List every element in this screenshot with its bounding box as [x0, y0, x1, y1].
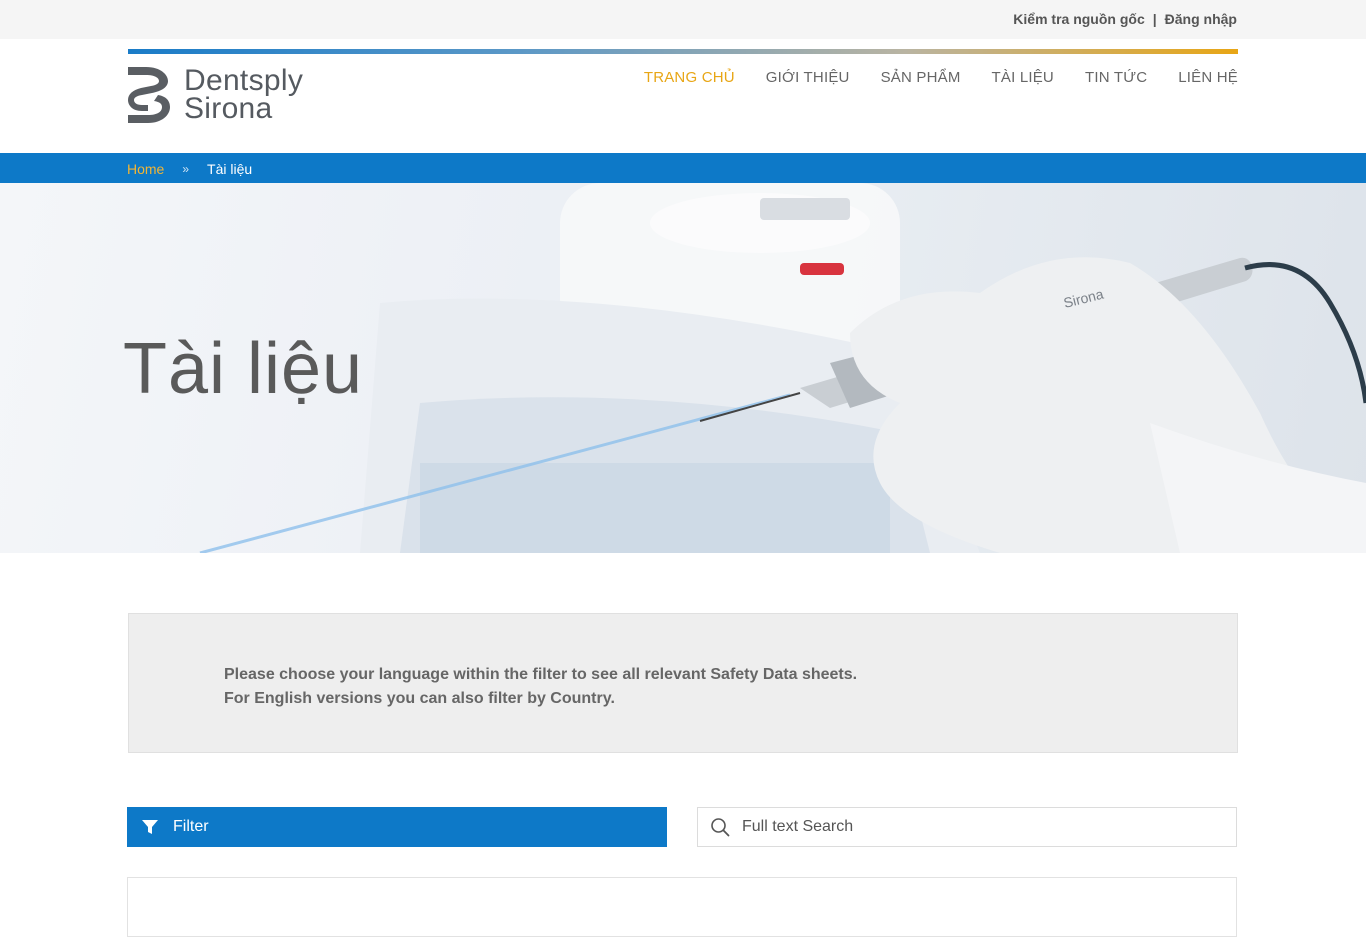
logo-line-1: Dentsply — [184, 64, 304, 97]
notice-line-2: For English versions you can also filter… — [224, 690, 615, 707]
funnel-icon — [142, 820, 158, 834]
nav-item-news[interactable]: TIN TỨC — [1085, 69, 1147, 86]
breadcrumb-bar: Home » Tài liệu — [0, 153, 1366, 183]
nav-item-about[interactable]: GIỚI THIỆU — [766, 69, 850, 86]
dentsply-sirona-logo[interactable]: Dentsply Sirona — [128, 64, 304, 125]
top-utility-bar: Kiểm tra nguồn gốc | Đăng nhập — [0, 0, 1366, 39]
login-link[interactable]: Đăng nhập — [1165, 11, 1237, 27]
utility-separator: | — [1152, 11, 1157, 27]
search-box[interactable] — [697, 807, 1237, 847]
documents-results-panel — [127, 877, 1237, 937]
logo-wordmark: Dentsply Sirona — [184, 64, 304, 125]
logo-line-2: Sirona — [184, 92, 273, 125]
page-title: Tài liệu — [123, 329, 364, 409]
breadcrumb: Home » Tài liệu — [127, 161, 252, 177]
breadcrumb-home-link[interactable]: Home — [127, 161, 164, 177]
nav-item-documents[interactable]: TÀI LIỆU — [992, 69, 1054, 86]
header-gradient-line — [128, 49, 1238, 54]
nav-item-contact[interactable]: LIÊN HỆ — [1178, 69, 1238, 86]
logo-s-mark-icon — [128, 67, 170, 123]
filter-button[interactable]: Filter — [127, 807, 667, 847]
search-icon — [711, 818, 730, 837]
site-header: Dentsply Sirona TRANG CHỦ GIỚI THIỆU SẢN… — [0, 39, 1366, 153]
double-chevron-right-icon: » — [182, 162, 190, 176]
breadcrumb-current-page: Tài liệu — [207, 161, 253, 177]
utility-links: Kiểm tra nguồn gốc | Đăng nhập — [1013, 11, 1237, 27]
hero-banner: Sirona Tài liệu — [0, 183, 1366, 553]
nav-item-home[interactable]: TRANG CHỦ — [644, 69, 735, 86]
main-navigation: TRANG CHỦ GIỚI THIỆU SẢN PHẨM TÀI LIỆU T… — [644, 69, 1238, 86]
verify-origin-link[interactable]: Kiểm tra nguồn gốc — [1013, 11, 1144, 27]
nav-item-products[interactable]: SẢN PHẨM — [881, 69, 961, 86]
filter-label: Filter — [173, 818, 209, 835]
full-text-search-input[interactable] — [742, 818, 1202, 836]
language-notice: Please choose your language within the f… — [128, 613, 1238, 753]
notice-line-1: Please choose your language within the f… — [224, 666, 858, 683]
